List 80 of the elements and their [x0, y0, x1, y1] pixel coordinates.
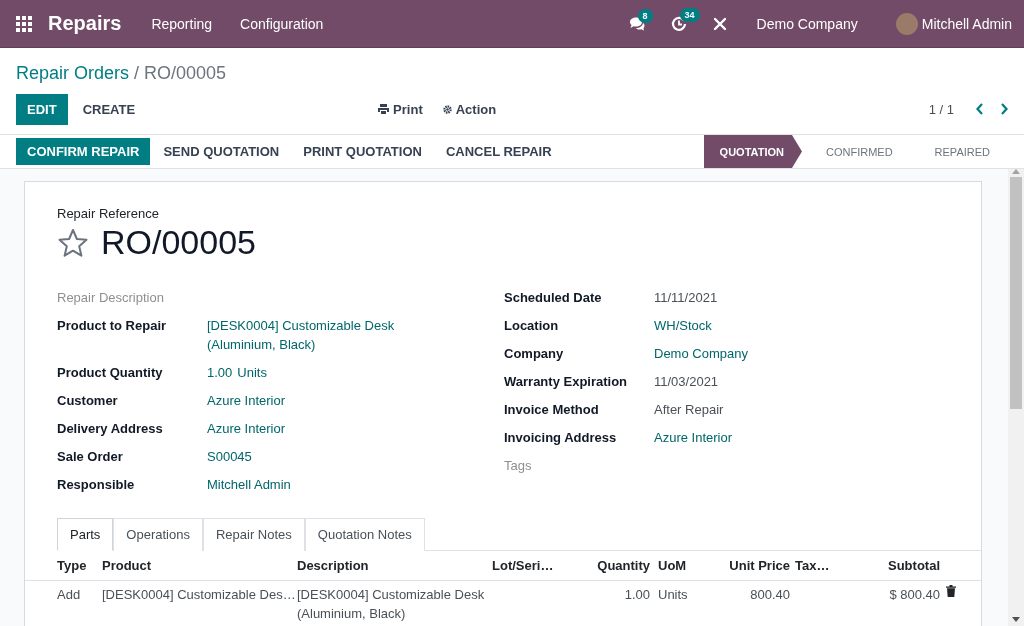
field-value-link[interactable]: Azure Interior [207, 391, 504, 410]
print-dropdown[interactable]: Print [378, 101, 423, 117]
field-label: Repair Description [57, 289, 165, 307]
table-cell-text: 800.40 [749, 586, 790, 604]
edit-button[interactable]: EDIT [16, 93, 68, 125]
field-value: After Repair [654, 401, 725, 419]
clock-icon[interactable] [670, 15, 687, 32]
breadcrumb-link[interactable]: Repair Orders [16, 62, 130, 84]
tools-icon[interactable] [712, 16, 727, 31]
create-button[interactable]: CREATE [71, 93, 147, 125]
pager-value[interactable]: 1 / 1 [928, 101, 954, 117]
activity-count-badge: 34 [679, 7, 700, 22]
header-action-button[interactable]: CONFIRM REPAIR [16, 138, 151, 165]
field-value-link[interactable]: [DESK0004] Customizable Desk (Aluminium, Black) [207, 316, 427, 354]
column-header: Tax… [795, 551, 860, 581]
field-label: Responsible [57, 476, 136, 494]
field-label: Product to Repair [57, 317, 168, 335]
trash-icon[interactable] [946, 585, 956, 597]
action-dropdown[interactable]: Action [442, 101, 497, 117]
field-value-link[interactable]: S00045 [207, 447, 504, 466]
column-header: Unit Price [712, 551, 790, 581]
column-header: UoM [658, 551, 712, 581]
star-icon[interactable] [57, 227, 89, 258]
field-label: Location [504, 317, 560, 335]
table-cell-text: [DESK0004] Customizable Desk (Aluminium, Black) [297, 586, 486, 623]
chevron-right-icon[interactable] [1000, 103, 1008, 115]
field-label: Invoice Method [504, 401, 600, 419]
field-value-link[interactable]: Azure Interior [654, 428, 904, 447]
table-cell-text: 1.00 [623, 586, 650, 604]
column-header: Description [297, 551, 492, 581]
breadcrumb-current: RO/00005 [144, 62, 227, 84]
stage-step[interactable]: QUOTATION [703, 135, 802, 168]
table-cell-text: Units [658, 586, 689, 604]
printer-icon [378, 104, 390, 114]
field-label: Product Quantity [57, 364, 164, 382]
breadcrumb-separator: / [134, 62, 140, 84]
column-header: Type [25, 551, 102, 581]
field-value-link[interactable]: Units [237, 363, 267, 382]
scroll-down-arrow-icon[interactable] [1012, 617, 1020, 622]
field-label: Sale Order [57, 448, 124, 466]
apps-menu-icon[interactable] [16, 15, 32, 32]
user-menu[interactable]: Mitchell Admin [921, 15, 1012, 32]
field-label: Delivery Address [57, 420, 164, 438]
company-switcher[interactable]: Demo Company [756, 15, 858, 32]
field-value: 11/03/2021 [654, 373, 720, 391]
message-count-badge: 8 [637, 8, 653, 23]
field-label: Warranty Expiration [504, 373, 629, 391]
field-value-link[interactable]: Azure Interior [207, 419, 504, 438]
column-header: Subtotal [860, 551, 940, 581]
header-action-button[interactable]: CANCEL REPAIR [434, 138, 563, 165]
gear-icon [442, 104, 452, 114]
table-cell-text: Add [56, 586, 82, 604]
record-title: RO/00005 [101, 223, 256, 262]
menu-item[interactable]: Configuration [240, 15, 324, 32]
column-header: Lot/Seri… [492, 551, 560, 581]
field-label: Customer [57, 392, 119, 410]
notebook-tab[interactable]: Parts [57, 518, 114, 551]
field-label: Invoicing Address [504, 429, 618, 447]
field-label: Tags [504, 457, 533, 475]
field-label: Scheduled Date [504, 289, 603, 307]
field-value-link[interactable]: Mitchell Admin [207, 475, 504, 494]
column-header: Product [102, 551, 297, 581]
field-label: Company [504, 345, 565, 363]
header-action-button[interactable]: PRINT QUOTATION [292, 138, 433, 165]
notebook-tab[interactable]: Operations [113, 518, 203, 551]
header-action-button[interactable]: SEND QUOTATION [152, 138, 291, 165]
table-cell-text: [DESK0004] Customizable Des… [102, 586, 297, 604]
field-value: 1.00 [207, 364, 233, 382]
field-value-link[interactable]: WH/Stock [654, 316, 904, 335]
field-value: 11/11/2021 [654, 289, 719, 307]
scrollbar-thumb[interactable] [1010, 177, 1022, 409]
table-cell-text: $ 800.40 [888, 586, 940, 604]
notebook-tab[interactable]: Repair Notes [202, 518, 305, 551]
notebook-tab[interactable]: Quotation Notes [304, 518, 425, 551]
field-value-link[interactable]: Demo Company [654, 344, 904, 363]
chevron-left-icon[interactable] [976, 103, 984, 115]
column-header: Quantity [560, 551, 650, 581]
field-label: Repair Reference [57, 206, 160, 221]
menu-item[interactable]: Reporting [151, 15, 213, 32]
app-title[interactable]: Repairs [48, 12, 122, 35]
